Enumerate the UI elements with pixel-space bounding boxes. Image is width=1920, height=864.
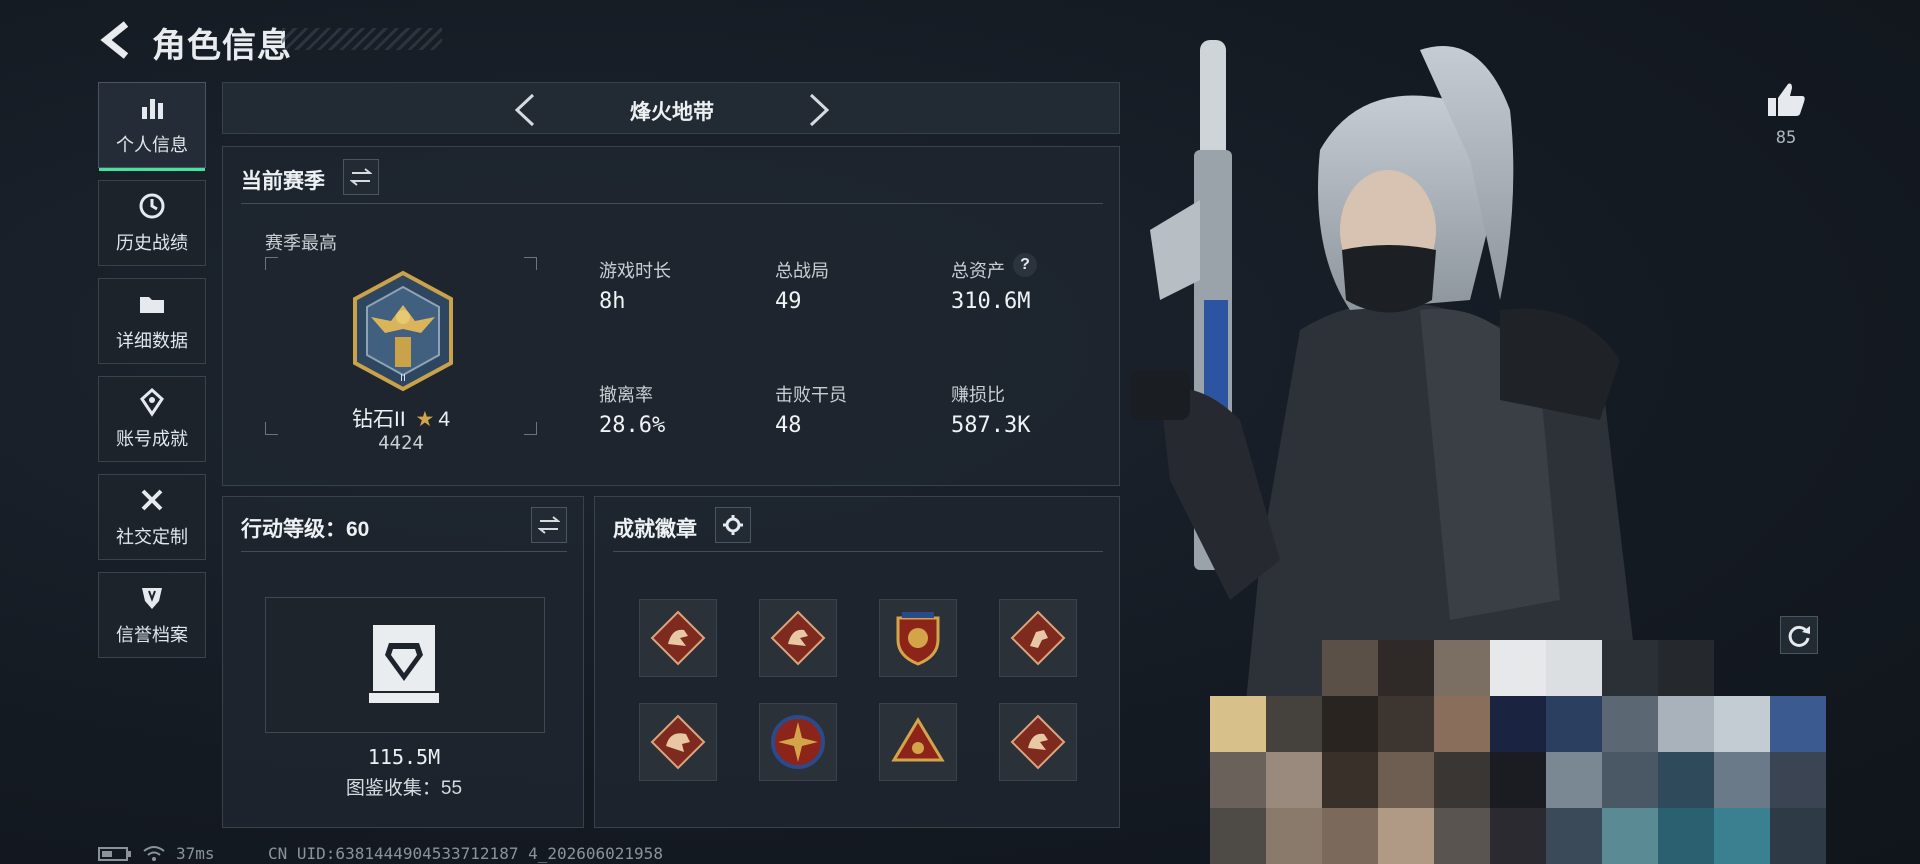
mode-selector: 烽火地带 bbox=[222, 82, 1120, 134]
season-switch-button[interactable] bbox=[343, 159, 379, 195]
season-best-label: 赛季最高 bbox=[265, 233, 337, 253]
star-compass-badge-icon bbox=[771, 715, 825, 769]
dragon-red-badge-icon bbox=[650, 610, 706, 666]
tools-icon bbox=[141, 489, 163, 511]
dragon-red-badge-icon bbox=[770, 610, 826, 666]
sidebar-item-personal-info[interactable]: 个人信息 bbox=[98, 82, 206, 171]
stat-value-kills: 48 bbox=[775, 413, 802, 438]
svg-text:II: II bbox=[400, 373, 406, 384]
shield-gold-badge-icon bbox=[896, 612, 940, 666]
season-panel: 当前赛季 赛季最高 II 钻石II ★ 4 4424 游戏时长 8h 总战局 49… bbox=[222, 146, 1120, 486]
back-button[interactable] bbox=[96, 18, 136, 62]
achievement-badge[interactable] bbox=[999, 599, 1077, 677]
achievement-badge[interactable] bbox=[759, 703, 837, 781]
refresh-icon bbox=[1788, 625, 1810, 647]
rank-name: 钻石II bbox=[351, 408, 406, 431]
sidebar-item-label: 账号成就 bbox=[116, 429, 188, 449]
achievement-badge[interactable] bbox=[879, 703, 957, 781]
achievements-panel: 成就徽章 bbox=[594, 496, 1120, 828]
rank-star-icon: ★ bbox=[415, 408, 435, 431]
like-button[interactable] bbox=[1764, 78, 1808, 122]
action-level-panel: 行动等级：60 115.5M 图鉴收集：55 bbox=[222, 496, 584, 828]
rank-line: 钻石II ★ 4 bbox=[265, 403, 537, 433]
action-level-switch-button[interactable] bbox=[531, 507, 567, 543]
rank-stars: 4 bbox=[438, 408, 451, 431]
stat-value-profit-loss: 587.3K bbox=[951, 413, 1031, 438]
swap-icon bbox=[538, 516, 560, 534]
rank-points: 4424 bbox=[378, 432, 424, 454]
sidebar-item-achievements[interactable]: 账号成就 bbox=[98, 376, 206, 462]
runner-red-badge-icon bbox=[1010, 610, 1066, 666]
stat-label-kills: 击败干员 bbox=[775, 385, 847, 405]
sidebar-item-social[interactable]: 社交定制 bbox=[98, 474, 206, 560]
stat-label-extraction-rate: 撤离率 bbox=[599, 385, 653, 405]
ping-value: 37ms bbox=[176, 844, 215, 863]
wifi-icon bbox=[143, 846, 165, 861]
sidebar-item-detailed-data[interactable]: 详细数据 bbox=[98, 278, 206, 364]
stat-label-profit-loss: 赚损比 bbox=[951, 385, 1005, 405]
rank-emblem-icon: II bbox=[353, 270, 453, 392]
sidebar-item-label: 历史战绩 bbox=[116, 233, 188, 253]
sidebar-item-label: 详细数据 bbox=[116, 331, 188, 351]
dragon-red-badge-icon bbox=[650, 714, 706, 770]
title-decoration bbox=[282, 28, 442, 50]
divider bbox=[613, 551, 1103, 552]
collection-display-icon bbox=[369, 625, 439, 703]
achievement-badge[interactable] bbox=[999, 703, 1077, 781]
achievement-badge[interactable] bbox=[879, 599, 957, 677]
triangle-gold-badge-icon bbox=[891, 717, 945, 762]
stat-label-matches: 总战局 bbox=[775, 261, 829, 281]
stat-value-assets: 310.6M bbox=[951, 289, 1031, 314]
achievement-badge[interactable] bbox=[639, 703, 717, 781]
back-arrow-icon bbox=[100, 21, 129, 59]
shield-badge-icon bbox=[142, 588, 162, 609]
stat-value-extraction-rate: 28.6% bbox=[599, 413, 666, 438]
sidebar-item-label: 信誉档案 bbox=[116, 625, 188, 645]
sidebar-item-label: 个人信息 bbox=[116, 135, 188, 155]
collection-count: 图鉴收集：55 bbox=[345, 778, 463, 799]
dragon-red-badge-icon bbox=[1010, 714, 1066, 770]
history-clock-icon bbox=[139, 193, 165, 219]
thumbs-up-icon bbox=[1768, 83, 1805, 116]
page-title: 角色信息 bbox=[152, 27, 292, 65]
stat-label-assets: 总资产 bbox=[951, 261, 1005, 281]
chevron-right-icon[interactable] bbox=[805, 91, 833, 129]
sidebar-item-credit[interactable]: 信誉档案 bbox=[98, 572, 206, 658]
action-level-title: 行动等级：60 bbox=[241, 518, 370, 541]
sidebar-item-label: 社交定制 bbox=[116, 527, 188, 547]
folder-icon bbox=[140, 297, 164, 313]
rotate-model-button[interactable] bbox=[1780, 616, 1818, 654]
season-title: 当前赛季 bbox=[241, 170, 325, 193]
stat-value-matches: 49 bbox=[775, 289, 802, 314]
like-count: 85 bbox=[1775, 128, 1797, 148]
divider bbox=[241, 203, 1103, 204]
achievement-badge[interactable] bbox=[759, 599, 837, 677]
achievements-title: 成就徽章 bbox=[613, 518, 697, 541]
help-icon[interactable]: ? bbox=[1013, 253, 1037, 277]
achievements-settings-button[interactable] bbox=[715, 507, 751, 543]
uid-text: CN UID:6381444904533712187 4_20260602195… bbox=[268, 844, 663, 863]
stat-label-playtime: 游戏时长 bbox=[599, 261, 671, 281]
swap-icon bbox=[350, 168, 372, 186]
gear-icon bbox=[723, 515, 743, 535]
divider bbox=[241, 551, 567, 552]
bar-chart-icon bbox=[142, 99, 163, 119]
stat-value-playtime: 8h bbox=[599, 289, 626, 314]
battery-icon bbox=[98, 847, 131, 861]
collection-value: 115.5M bbox=[367, 745, 441, 769]
mode-label: 烽火地带 bbox=[630, 101, 714, 124]
privacy-mosaic bbox=[1210, 640, 1826, 864]
achievement-badge[interactable] bbox=[639, 599, 717, 677]
trophy-emblem-icon bbox=[140, 387, 164, 417]
sidebar-item-history[interactable]: 历史战绩 bbox=[98, 180, 206, 266]
